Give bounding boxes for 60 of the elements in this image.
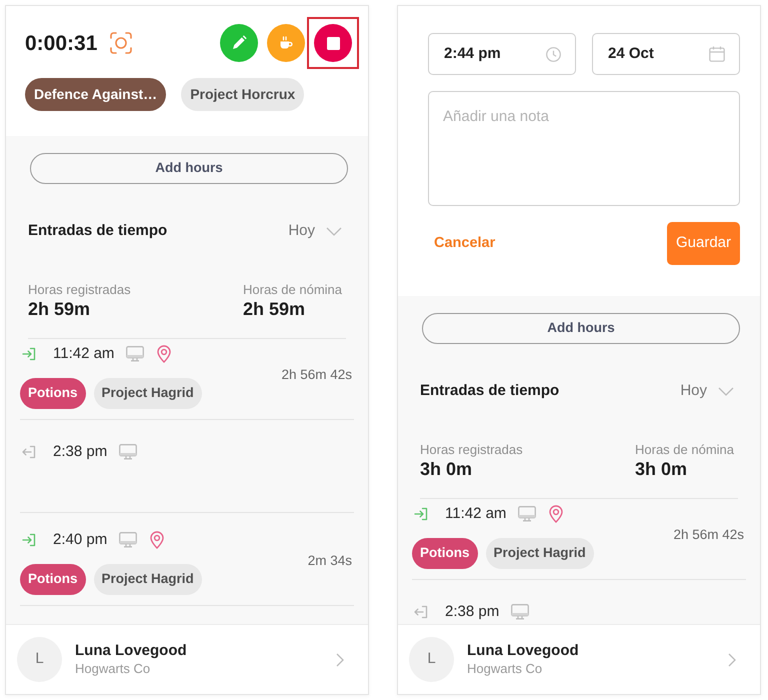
edit-button[interactable] <box>220 24 258 62</box>
entry-tag: Potions <box>20 564 86 595</box>
entry-time: 11:42 am <box>445 504 506 524</box>
entry-time: 2:40 pm <box>53 530 108 550</box>
chevron-right-icon <box>336 652 344 666</box>
activity-tag[interactable]: Defence Against… <box>25 78 166 111</box>
section-title: Entradas de tiempo <box>420 380 560 401</box>
user-bar[interactable]: L Luna Lovegood Hogwarts Co <box>398 624 760 694</box>
add-hours-button[interactable]: Add hours <box>30 153 348 184</box>
entry-tag: Potions <box>20 378 86 409</box>
monitor-icon <box>518 506 536 522</box>
user-name: Luna Lovegood <box>467 641 579 660</box>
chevron-right-icon <box>728 652 736 666</box>
monitor-icon <box>119 444 138 460</box>
stop-icon <box>326 36 340 50</box>
total-value: 3h 0m <box>420 458 474 480</box>
note-field[interactable]: Añadir una nota <box>428 91 740 206</box>
monitor-icon <box>126 346 144 362</box>
entry-duration: 2h 56m 42s <box>673 526 745 544</box>
user-name: Luna Lovegood <box>75 641 187 660</box>
date-field[interactable]: 24 Oct <box>592 33 740 75</box>
break-button[interactable] <box>267 24 305 62</box>
total-label: Horas de nómina <box>243 282 342 298</box>
total-value: 3h 0m <box>635 458 688 480</box>
user-avatar: L <box>17 637 62 682</box>
pencil-icon <box>231 35 247 51</box>
activity-tag[interactable]: Project Horcrux <box>181 78 304 111</box>
chevron-down-icon <box>718 386 734 396</box>
total-label: Horas de nómina <box>635 442 734 458</box>
focus-icon <box>110 32 132 54</box>
user-bar[interactable]: L Luna Lovegood Hogwarts Co <box>6 624 368 694</box>
time-field[interactable]: 2:44 pm <box>428 33 576 75</box>
entry-tag: Project Hagrid <box>486 538 594 569</box>
monitor-icon <box>511 604 530 620</box>
monitor-icon <box>119 532 138 548</box>
entry-time: 11:42 am <box>53 344 114 364</box>
total-value: 2h 59m <box>28 298 92 320</box>
period-dropdown[interactable]: Hoy <box>680 380 734 402</box>
add-hours-button[interactable]: Add hours <box>422 313 740 344</box>
entry-tag: Potions <box>412 538 478 569</box>
company-name: Hogwarts Co <box>467 660 544 678</box>
entry-tag: Project Hagrid <box>94 378 202 409</box>
company-name: Hogwarts Co <box>75 660 152 678</box>
entry-time: 2:38 pm <box>445 602 500 622</box>
calendar-icon <box>709 46 725 62</box>
user-avatar: L <box>409 637 454 682</box>
timer-display: 0:00:31 <box>25 32 98 54</box>
section-title: Entradas de tiempo <box>28 220 168 241</box>
chevron-down-icon <box>326 226 342 236</box>
stop-button[interactable] <box>314 24 352 62</box>
cup-icon <box>278 35 294 51</box>
total-label: Horas registradas <box>28 282 131 298</box>
clock-icon <box>546 46 561 62</box>
entry-tag: Project Hagrid <box>94 564 202 595</box>
entry-time: 2:38 pm <box>53 442 108 462</box>
entry-duration: 2m 34s <box>308 552 353 570</box>
period-dropdown[interactable]: Hoy <box>288 220 342 242</box>
total-label: Horas registradas <box>420 442 523 458</box>
entry-duration: 2h 56m 42s <box>281 366 353 384</box>
total-value: 2h 59m <box>243 298 306 320</box>
